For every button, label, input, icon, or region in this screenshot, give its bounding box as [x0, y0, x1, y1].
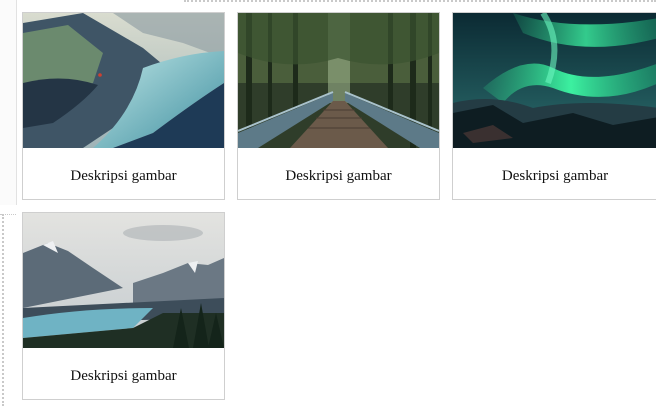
- left-panel-edge: [0, 0, 17, 205]
- mountain-lake-fjord-photo[interactable]: [23, 13, 224, 148]
- gallery-item[interactable]: Deskripsi gambar: [452, 12, 656, 200]
- mountain-lake-valley-photo[interactable]: [23, 213, 224, 348]
- image-description: Deskripsi gambar: [501, 168, 609, 184]
- gallery-item[interactable]: Deskripsi gambar: [22, 212, 225, 400]
- dotted-guide-left: [2, 214, 4, 406]
- gallery-item[interactable]: Deskripsi gambar: [22, 12, 225, 200]
- image-description: Deskripsi gambar: [70, 368, 177, 384]
- page: Deskripsi gambar Deskripsi gambar Deskri…: [0, 0, 656, 406]
- gallery-item[interactable]: Deskripsi gambar: [237, 12, 440, 200]
- image-description: Deskripsi gambar: [285, 168, 392, 184]
- forest-bridge-photo[interactable]: [238, 13, 439, 148]
- aurora-borealis-photo[interactable]: [453, 13, 656, 148]
- image-description: Deskripsi gambar: [70, 168, 177, 184]
- dotted-guide-top: [184, 0, 656, 2]
- dotted-guide-corner: [0, 214, 16, 215]
